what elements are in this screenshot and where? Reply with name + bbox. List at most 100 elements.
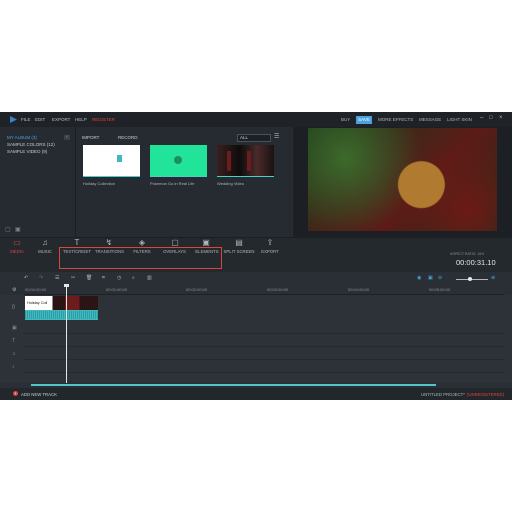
track-row[interactable] [24, 334, 504, 347]
app-logo-icon [10, 116, 17, 123]
filters-icon: ◈ [138, 238, 146, 247]
cut-icon[interactable]: ✂ [71, 275, 75, 281]
timeline-toolbar [0, 272, 512, 284]
minimize-icon[interactable]: – [480, 115, 483, 121]
track-row[interactable] [24, 321, 504, 334]
ruler-tick: 00:05:00:00 [429, 287, 451, 292]
unregistered-label: (UNREGISTERED) [467, 392, 505, 397]
redo-icon[interactable]: ↷ [39, 275, 43, 281]
menu-register[interactable]: REGISTER [92, 117, 115, 122]
light-skin-link[interactable]: LIGHT SKIN [447, 117, 472, 122]
ruler-tick: 00:03:00:00 [267, 287, 289, 292]
playhead[interactable] [66, 285, 67, 383]
thumb-underline [83, 176, 140, 177]
list-view-icon[interactable]: ☰ [274, 133, 279, 140]
transitions-icon: ↯ [105, 238, 113, 247]
track-row[interactable] [24, 360, 504, 373]
filter-select[interactable]: ALL [237, 134, 271, 142]
delete-folder-icon[interactable]: ▣ [15, 226, 21, 233]
more-effects-link[interactable]: MORE EFFECTS [378, 117, 413, 122]
video-editor-window: FILE EDIT EXPORT HELP REGISTER BUY SAVE … [0, 112, 512, 400]
add-new-track-button[interactable]: ADD NEW TRACK [21, 392, 57, 397]
elements-icon: ▣ [202, 238, 210, 247]
sidebar-item-my-album[interactable]: MY ALBUM (3) [7, 135, 37, 141]
zoom-icon[interactable]: ⌕ [132, 275, 135, 281]
menubar: FILE EDIT EXPORT HELP REGISTER BUY SAVE … [0, 112, 512, 127]
text-track-icon: T [12, 338, 16, 344]
close-icon[interactable]: × [499, 115, 503, 121]
bottle-graphic [227, 151, 231, 171]
buy-link[interactable]: BUY [341, 117, 350, 122]
ruler-tick: 00:01:00:00 [106, 287, 128, 292]
music-icon: ♫ [42, 238, 48, 247]
add-track-icon[interactable]: + [13, 391, 18, 396]
export-icon: ⇪ [266, 238, 274, 247]
duration-display: 00:00:31.10 [456, 258, 496, 267]
settings-icon[interactable]: ☰ [55, 275, 59, 281]
save-button[interactable]: SAVE [356, 116, 372, 124]
preview-video-frame [308, 128, 497, 231]
ruler-tick: 00:00:00:00 [25, 287, 47, 292]
toolbar-split-screen[interactable]: SPLIT SCREEN [223, 249, 255, 254]
collapse-icon[interactable]: ‹ [64, 135, 70, 140]
thumb-underline [217, 176, 274, 177]
snap-icon[interactable]: ▣ [428, 275, 433, 281]
track-row[interactable] [24, 347, 504, 360]
library-sidebar: MY ALBUM (3) SAMPLE COLORS (12) SAMPLE V… [0, 127, 76, 237]
message-link[interactable]: MESSAGE [419, 117, 441, 122]
audio-mixer-icon[interactable]: ▥ [147, 275, 152, 281]
delete-icon[interactable]: 🗑 [86, 275, 92, 281]
project-name: UNTITLED PROJECT* [421, 392, 465, 397]
aspect-ratio-label: ASPECT RATIO: 16:9 [450, 252, 485, 256]
media-thumb-wedding[interactable] [217, 145, 274, 176]
pip-track-icon: ▣ [12, 325, 17, 331]
zoom-slider[interactable] [456, 279, 488, 280]
zoom-slider-handle[interactable] [468, 277, 472, 281]
media-icon: ▭ [13, 238, 21, 247]
overlays-icon: ▢ [171, 238, 179, 247]
video-track-icon: ▯ [12, 304, 15, 310]
preview-panel [293, 127, 512, 237]
maximize-icon[interactable]: □ [489, 115, 493, 121]
toolbar-media[interactable]: MEDIA [8, 249, 26, 254]
ruler-tick: 00:04:00:00 [348, 287, 370, 292]
timeline-scrollbar[interactable] [31, 384, 436, 386]
track-manager-icon[interactable]: ⚙ [12, 287, 16, 293]
media-label-pokemon: Pokemon Go in Real Life [150, 181, 195, 186]
sidebar-item-sample-colors[interactable]: SAMPLE COLORS (12) [7, 142, 55, 148]
thumb-underline [150, 176, 207, 177]
menu-edit[interactable]: EDIT [35, 117, 45, 122]
sidebar-item-sample-video[interactable]: SAMPLE VIDEO (9) [7, 149, 47, 155]
zoom-out-icon[interactable]: ⊖ [438, 275, 442, 281]
undo-icon[interactable]: ↶ [24, 275, 28, 281]
music-track-icon: ♫ [12, 351, 16, 357]
crop-icon[interactable]: ⌗ [102, 275, 105, 281]
media-thumb-pokemon[interactable] [150, 145, 207, 176]
menu-help[interactable]: HELP [75, 117, 87, 122]
highlight-box [59, 247, 222, 269]
pokemon-graphic [174, 156, 182, 164]
render-icon[interactable]: ◉ [417, 275, 421, 281]
toolbar-export[interactable]: EXPORT [258, 249, 282, 254]
ruler-tick: 00:02:00:00 [186, 287, 208, 292]
playhead-handle[interactable] [64, 284, 69, 287]
split-screen-icon: ▤ [235, 238, 243, 247]
toolbar-music[interactable]: MUSIC [35, 249, 55, 254]
clip-waveform [25, 311, 98, 319]
menu-file[interactable]: FILE [21, 117, 31, 122]
record-button[interactable]: RECORD [118, 135, 138, 141]
menu-export[interactable]: EXPORT [52, 117, 70, 122]
media-label-holiday: Holiday Collection [83, 181, 116, 186]
bottle-graphic [247, 151, 251, 171]
phone-graphic [117, 155, 122, 162]
clip-label: Holiday Coll [27, 301, 48, 305]
audio-track-icon: ♪ [12, 364, 15, 370]
media-label-wedding: Wedding Video [217, 181, 244, 186]
text-icon: T [74, 238, 80, 247]
add-folder-icon[interactable]: ▢ [5, 226, 11, 233]
media-thumb-holiday[interactable] [83, 145, 140, 176]
timeline-clip[interactable]: Holiday Coll [25, 296, 98, 320]
import-button[interactable]: IMPORT [82, 135, 99, 141]
speed-icon[interactable]: ◷ [117, 275, 121, 281]
zoom-in-icon[interactable]: ⊕ [491, 275, 495, 281]
